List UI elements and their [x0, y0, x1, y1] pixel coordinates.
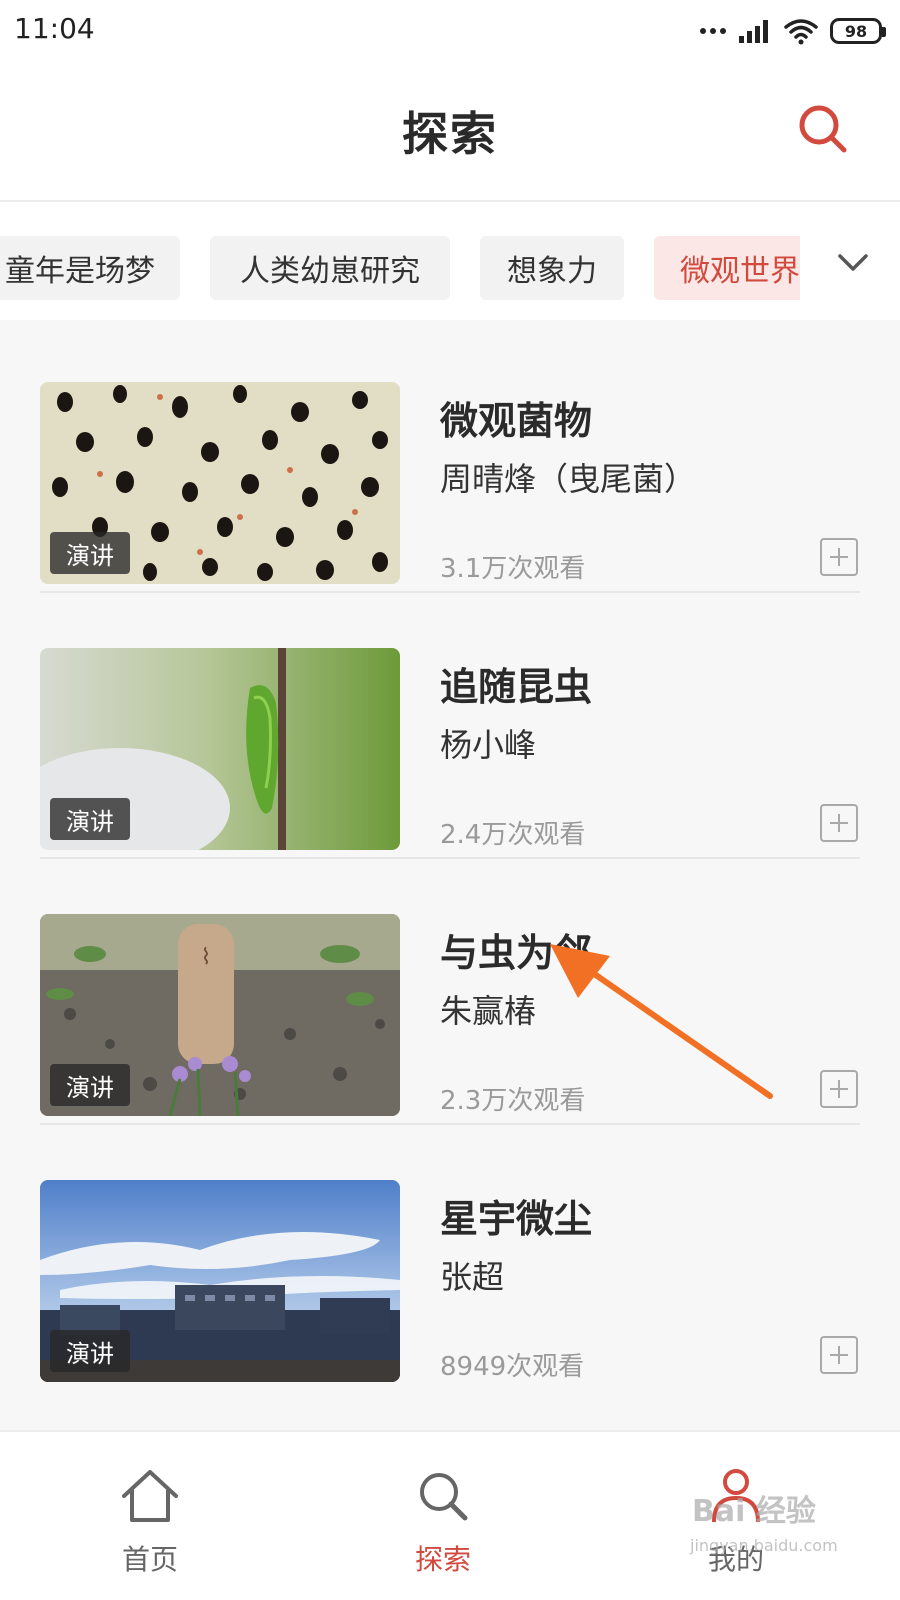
app-header: 探索 — [0, 62, 900, 202]
thumbnail[interactable]: 演讲 — [40, 648, 400, 850]
item-author: 周晴烽（曳尾菌） — [440, 460, 697, 498]
thumbnail[interactable]: 演讲 — [40, 382, 400, 584]
status-time: 11:04 — [14, 12, 95, 45]
item-views: 2.4万次观看 — [440, 820, 586, 850]
item-views: 3.1万次观看 — [440, 554, 586, 584]
thumbnail[interactable]: ⌇ 演讲 — [40, 914, 400, 1116]
item-views: 8949次观看 — [440, 1352, 585, 1382]
page-title: 探索 — [402, 107, 498, 161]
tag-chip[interactable]: 童年是场梦 — [0, 236, 180, 300]
tag-label: 想象力 — [507, 254, 597, 289]
wifi-icon — [784, 19, 818, 45]
tag-chip[interactable]: 想象力 — [480, 236, 624, 300]
format-badge: 演讲 — [50, 1064, 130, 1106]
thumbnail[interactable]: 演讲 — [40, 1180, 400, 1382]
home-icon — [122, 1470, 178, 1522]
tag-chip[interactable]: 人类幼崽研究 — [210, 236, 450, 300]
signal-icon — [739, 20, 768, 43]
list-item[interactable]: 演讲 追随昆虫 杨小峰 2.4万次观看 — [40, 586, 860, 859]
chevron-down-icon — [838, 254, 868, 271]
tag-strip: 童年是场梦 人类幼崽研究 想象力 微观世界 — [0, 204, 900, 320]
status-bar: 11:04 98 — [0, 0, 900, 62]
watermark-logo: Bai 经验 — [692, 1494, 816, 1529]
nav-label: 探索 — [414, 1543, 471, 1576]
item-author: 杨小峰 — [440, 726, 537, 764]
search-icon — [799, 105, 847, 153]
format-badge: 演讲 — [50, 1330, 130, 1372]
add-button[interactable] — [820, 1070, 858, 1108]
nav-home[interactable]: 首页 — [0, 1432, 300, 1600]
item-author: 张超 — [440, 1258, 505, 1296]
list-item[interactable]: 演讲 微观菌物 周晴烽（曳尾菌） 3.1万次观看 — [40, 320, 860, 593]
watermark-url: jingyan.baidu.com — [690, 1536, 838, 1555]
item-title[interactable]: 微观菌物 — [440, 390, 592, 445]
nav-explore[interactable]: 探索 — [293, 1432, 593, 1600]
svg-text:⌇: ⌇ — [201, 945, 212, 970]
item-title[interactable]: 追随昆虫 — [440, 656, 592, 711]
tag-label: 微观世界 — [680, 254, 800, 289]
add-button[interactable] — [820, 1336, 858, 1374]
tag-label: 人类幼崽研究 — [240, 254, 420, 289]
nav-label: 首页 — [121, 1543, 178, 1576]
item-title[interactable]: 星宇微尘 — [440, 1188, 592, 1243]
search-icon — [420, 1473, 468, 1521]
search-button[interactable] — [796, 102, 850, 156]
talk-list: 演讲 微观菌物 周晴烽（曳尾菌） 3.1万次观看 演讲 追随昆虫 杨小峰 2.4… — [0, 320, 900, 1430]
battery-indicator: 98 — [830, 18, 886, 44]
expand-tags-button[interactable] — [834, 244, 872, 282]
item-author: 朱赢椿 — [440, 992, 537, 1030]
tag-label: 童年是场梦 — [5, 254, 155, 289]
more-dots-icon — [700, 28, 726, 34]
format-badge: 演讲 — [50, 532, 130, 574]
add-button[interactable] — [820, 804, 858, 842]
annotation-arrow-icon — [550, 944, 773, 1099]
status-icons: 98 — [700, 14, 886, 48]
add-button[interactable] — [820, 538, 858, 576]
format-badge: 演讲 — [50, 798, 130, 840]
list-item[interactable]: 演讲 星宇微尘 张超 8949次观看 — [40, 1118, 860, 1390]
